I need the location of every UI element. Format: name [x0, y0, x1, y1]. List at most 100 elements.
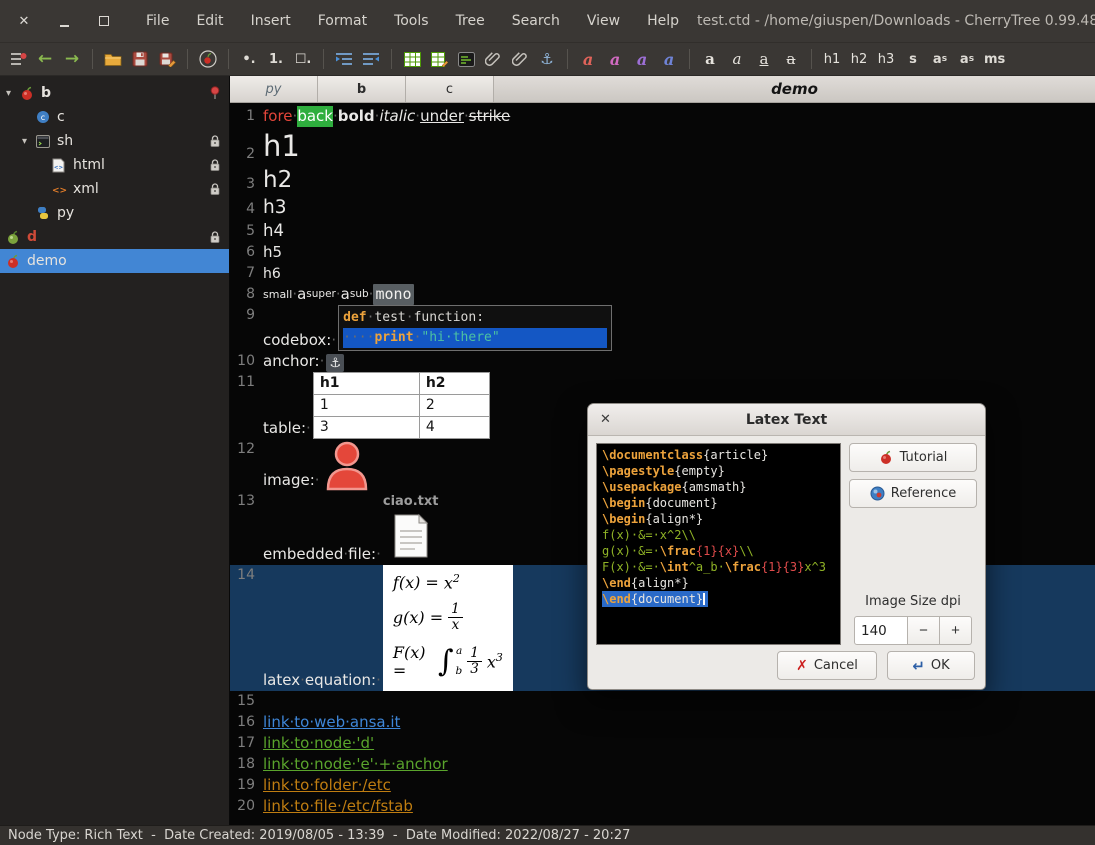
h2-icon[interactable]: h2	[847, 46, 871, 72]
line-number: 8	[230, 284, 262, 305]
background-color-icon[interactable]: a	[603, 46, 627, 72]
color-style3-icon[interactable]: a	[630, 46, 654, 72]
menu-search[interactable]: Search	[512, 13, 560, 29]
latex-image[interactable]: f(x) = x2 g(x) = 1x F(x) = ∫ ab	[383, 565, 513, 691]
link-file-segment[interactable]: link·to·folder·/etc	[263, 775, 391, 796]
menu-format[interactable]: Format	[318, 13, 367, 29]
node-list-icon[interactable]	[6, 46, 30, 72]
tree-item-b[interactable]: ▾b	[0, 81, 229, 105]
color-style4-icon[interactable]: a	[657, 46, 681, 72]
embedded-image[interactable]	[324, 439, 370, 491]
editor-line-codebox: 9 codebox:· def·test·function:····print·…	[230, 305, 1095, 351]
anchor-icon[interactable]: ⚓	[326, 354, 344, 372]
menu-view[interactable]: View	[587, 13, 620, 29]
link-node-segment[interactable]: link·to·node·'d'	[263, 733, 374, 754]
insert-codebox-icon[interactable]	[454, 46, 478, 72]
nav-button-py[interactable]: py	[230, 76, 318, 102]
small-icon[interactable]: s	[901, 46, 925, 72]
italic-icon[interactable]: a	[725, 46, 749, 72]
bullet-list-icon[interactable]: •.	[237, 46, 261, 72]
menu-tree[interactable]: Tree	[456, 13, 485, 29]
go-forward-icon[interactable]: →	[60, 46, 84, 72]
indent-right-icon[interactable]	[332, 46, 356, 72]
tree-item-c[interactable]: cc	[0, 105, 229, 129]
minimize-window-icon[interactable]	[56, 13, 72, 29]
underline-icon[interactable]: a	[752, 46, 776, 72]
tree-item-py[interactable]: py	[0, 201, 229, 225]
link-node-segment[interactable]: link·to·node·'e'·+·anchor	[263, 754, 448, 775]
toolbar-separator	[391, 49, 392, 69]
tree-item-d[interactable]: d	[0, 225, 229, 249]
numbered-list-icon[interactable]: 1.	[264, 46, 288, 72]
link-web-segment[interactable]: link·to·web·ansa.it	[263, 712, 400, 733]
tagxml-icon: <>	[52, 183, 71, 196]
cherryred-icon	[6, 254, 25, 269]
menu-insert[interactable]: Insert	[251, 13, 291, 29]
arg-segment: {article}	[703, 448, 768, 462]
insert-image-icon[interactable]	[481, 46, 505, 72]
plain-segment: file:	[348, 545, 376, 563]
tree-item-demo[interactable]: demo	[0, 249, 229, 273]
table-widget[interactable]: h1h21234	[313, 372, 490, 439]
line-number: 14	[230, 565, 262, 586]
toolbar-separator	[92, 49, 93, 69]
subscript-icon[interactable]: as	[955, 46, 979, 72]
menu-help[interactable]: Help	[647, 13, 679, 29]
line-number: 11	[230, 372, 262, 393]
insert-table-icon[interactable]	[400, 46, 424, 72]
codebox-widget[interactable]: def·test·function:····print·"hi·there"	[338, 305, 612, 351]
insert-anchor-icon[interactable]: ⚓	[535, 46, 559, 72]
dialog-close-icon[interactable]: ✕	[600, 412, 611, 427]
svg-text:<>: <>	[52, 186, 67, 196]
code-line: \begin{document}	[602, 495, 835, 511]
menu-edit[interactable]: Edit	[196, 13, 223, 29]
maximize-window-icon[interactable]	[96, 13, 112, 29]
bold-icon[interactable]: a	[698, 46, 722, 72]
line-content: fore·back·bold·italic·under·strike	[262, 106, 510, 127]
indent-left-icon[interactable]	[359, 46, 383, 72]
dpi-input[interactable]	[854, 616, 908, 645]
tree-item-label: py	[57, 205, 74, 221]
dpi-decrease-button[interactable]: −	[908, 616, 940, 645]
edit-table-icon[interactable]	[427, 46, 451, 72]
link-file-segment[interactable]: link·to·file·/etc/fstab	[263, 796, 413, 817]
line-content: table:· h1h21234	[262, 372, 490, 439]
image-label: image:·	[263, 470, 320, 491]
ok-button[interactable]: ↵ OK	[887, 651, 975, 680]
nav-button-c[interactable]: c	[406, 76, 494, 102]
tree-panel[interactable]: ▾bcc▾sh<>html<>xmlpyddemo	[0, 76, 230, 825]
menu-file[interactable]: File	[146, 13, 169, 29]
foreground-color-icon[interactable]: a	[576, 46, 600, 72]
expander-icon[interactable]: ▾	[6, 88, 20, 99]
dpi-increase-button[interactable]: +	[940, 616, 972, 645]
expander-icon[interactable]: ▾	[22, 136, 36, 147]
tree-item-label: html	[73, 157, 105, 173]
save-icon[interactable]	[128, 46, 152, 72]
insert-file-icon[interactable]	[508, 46, 532, 72]
save-as-icon[interactable]	[155, 46, 179, 72]
todo-list-icon[interactable]: ☐.	[291, 46, 315, 72]
strikethrough-icon[interactable]: a	[779, 46, 803, 72]
embedded-file-widget[interactable]: ciao.txt	[383, 491, 439, 565]
monospace-icon[interactable]: ms	[982, 46, 1007, 72]
tree-item-html[interactable]: <>html	[0, 153, 229, 177]
embedded-table[interactable]: h1h21234	[313, 372, 490, 439]
cancel-button[interactable]: ✗ Cancel	[777, 651, 877, 680]
reference-button[interactable]: Reference	[849, 479, 977, 508]
insert-node-icon[interactable]	[196, 46, 220, 72]
tree-item-xml[interactable]: <>xml	[0, 177, 229, 201]
h3-icon[interactable]: h3	[874, 46, 898, 72]
close-window-icon[interactable]: ✕	[16, 13, 32, 29]
menu-tools[interactable]: Tools	[394, 13, 429, 29]
h1-icon[interactable]: h1	[820, 46, 844, 72]
tree-item-sh[interactable]: ▾sh	[0, 129, 229, 153]
latex-source-editor[interactable]: \documentclass{article}\pagestyle{empty}…	[596, 443, 841, 645]
nav-button-b[interactable]: b	[318, 76, 406, 102]
open-file-icon[interactable]	[101, 46, 125, 72]
line-content: link·to·file·/etc/fstab	[262, 796, 413, 817]
tree-item-label: d	[27, 229, 37, 245]
go-back-icon[interactable]: ←	[33, 46, 57, 72]
tutorial-button[interactable]: Tutorial	[849, 443, 977, 472]
superscript-icon[interactable]: as	[928, 46, 952, 72]
code-line: def·test·function:	[343, 308, 607, 328]
